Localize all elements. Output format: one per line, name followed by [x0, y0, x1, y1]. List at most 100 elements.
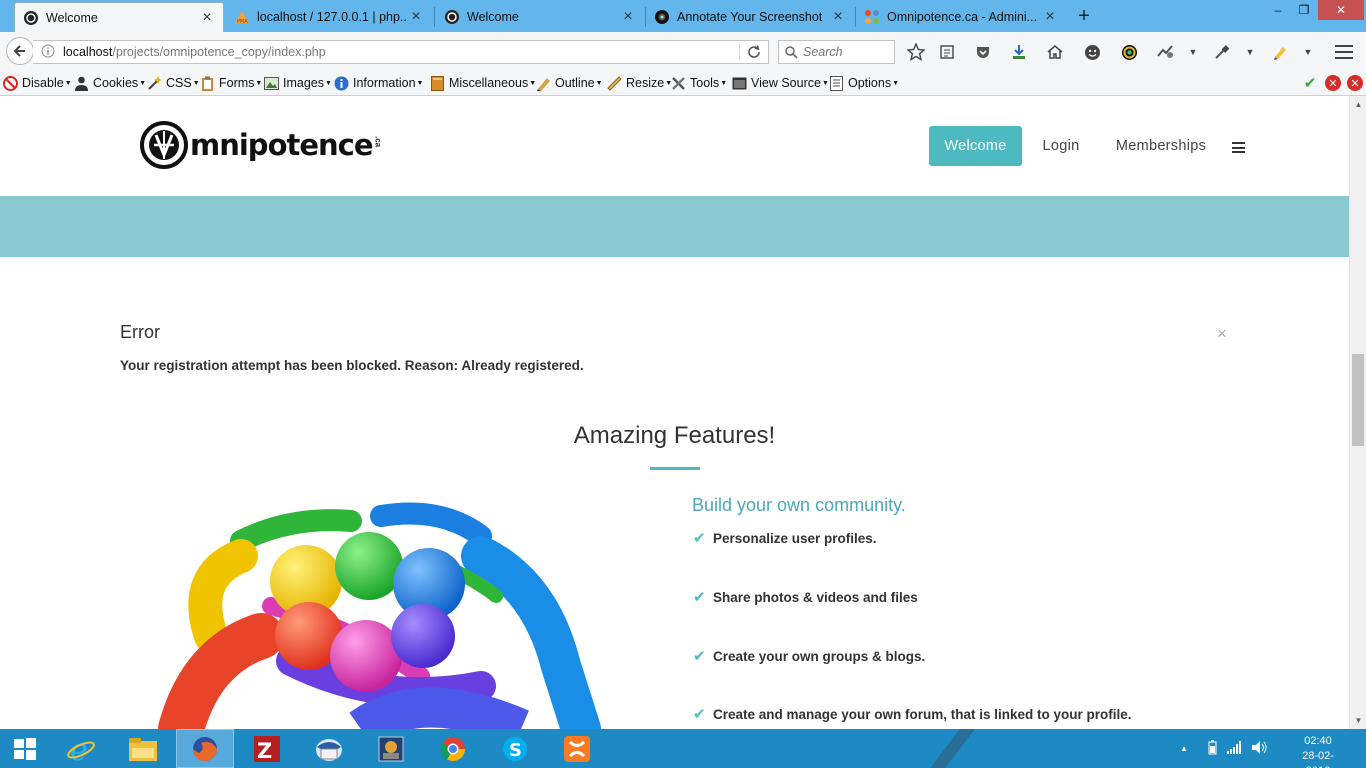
options-document-icon: [829, 75, 844, 91]
close-window-button[interactable]: ✕: [1318, 0, 1364, 20]
dev-menu-css[interactable]: CSS ▼: [147, 74, 200, 92]
taskbar-photo-viewer[interactable]: [362, 729, 420, 768]
taskbar-xampp[interactable]: [548, 729, 606, 768]
color-picker-icon[interactable]: [1119, 42, 1139, 62]
close-alert-icon[interactable]: ×: [1217, 324, 1227, 344]
dropdown-arrow-icon[interactable]: ▼: [1240, 42, 1260, 62]
logo-wordmark: mnipotence: [190, 128, 374, 162]
tab-welcome-active[interactable]: Welcome ×: [14, 2, 224, 32]
tab-close-icon[interactable]: ×: [199, 9, 215, 27]
dev-menu-tools[interactable]: Tools ▼: [671, 74, 727, 92]
js-error-icon[interactable]: ✕: [1347, 75, 1363, 91]
start-button[interactable]: [0, 729, 50, 768]
dropdown-arrow-icon[interactable]: ▼: [1298, 42, 1318, 62]
menu-icon[interactable]: [1334, 42, 1354, 62]
images-picture-icon: [264, 76, 279, 91]
tab-close-icon[interactable]: ×: [408, 8, 424, 26]
tab-separator: [434, 7, 435, 27]
dev-menu-miscellaneous[interactable]: Miscellaneous ▼: [430, 74, 536, 92]
tab-omnipotence-admin[interactable]: Omnipotence.ca - Admini... ×: [856, 2, 1066, 32]
downloads-icon[interactable]: [1009, 42, 1029, 62]
dropdown-arrow-icon[interactable]: ▼: [1183, 42, 1203, 62]
eyedropper-icon[interactable]: [1212, 42, 1232, 62]
highlighter-icon[interactable]: [1270, 42, 1290, 62]
home-icon[interactable]: [1045, 42, 1065, 62]
pocket-icon[interactable]: [973, 42, 993, 62]
dev-menu-options[interactable]: Options ▼: [829, 74, 899, 92]
maximize-button[interactable]: ❐: [1291, 0, 1317, 20]
search-icon: [785, 45, 798, 59]
checkmark-icon: ✔: [693, 706, 706, 723]
community-heading: Build your own community.: [692, 495, 906, 515]
dev-menu-view-source[interactable]: View Source ▼: [732, 74, 829, 92]
omnipotence-logo-icon: [140, 121, 188, 169]
tab-close-icon[interactable]: ×: [1042, 8, 1058, 26]
taskbar-skype[interactable]: S: [486, 729, 544, 768]
hamburger-menu-icon[interactable]: [1232, 142, 1245, 153]
windows-taskbar: e Z S ▲ 02:40 28-02-: [0, 729, 1366, 768]
taskbar-firefox[interactable]: [176, 729, 234, 768]
reading-list-icon[interactable]: [937, 42, 957, 62]
dev-menu-images[interactable]: Images ▼: [264, 74, 332, 92]
volume-icon[interactable]: [1251, 740, 1267, 757]
thunderbird-icon: [316, 738, 342, 761]
nav-welcome[interactable]: Welcome: [929, 126, 1022, 166]
taskbar-clock[interactable]: 02:40 28-02-2016: [1290, 734, 1346, 768]
feature-item: ✔ Create and manage your own forum, that…: [693, 706, 1132, 723]
taskbar-chrome[interactable]: [424, 729, 482, 768]
nav-memberships[interactable]: Memberships: [1110, 126, 1212, 166]
scroll-thumb[interactable]: [1352, 354, 1364, 446]
tab-close-icon[interactable]: ×: [830, 8, 846, 26]
web-developer-icon[interactable]: [1155, 42, 1175, 62]
nav-login[interactable]: Login: [1034, 126, 1088, 166]
show-hidden-icons[interactable]: ▲: [1180, 744, 1188, 753]
phpmyadmin-favicon-icon: PMA: [234, 9, 250, 25]
bookmark-star-icon[interactable]: [906, 42, 926, 62]
tab-strip: Welcome × PMA localhost / 127.0.0.1 | ph…: [0, 0, 1366, 32]
dev-menu-outline[interactable]: Outline ▼: [536, 74, 603, 92]
validation-ok-icon[interactable]: ✔: [1302, 75, 1318, 92]
tab-annotate[interactable]: Annotate Your Screenshot ×: [646, 2, 854, 32]
network-signal-icon[interactable]: [1226, 740, 1242, 757]
tab-phpmyadmin[interactable]: PMA localhost / 127.0.0.1 | php... ×: [226, 2, 432, 32]
back-arrow-icon: [13, 45, 25, 57]
feature-item: ✔ Personalize user profiles.: [693, 530, 877, 547]
tools-wrench-icon: [671, 76, 686, 91]
hello-chat-icon[interactable]: [1082, 42, 1102, 62]
tab-welcome[interactable]: Welcome ×: [436, 2, 644, 32]
minimize-button[interactable]: –: [1265, 0, 1291, 20]
url-text[interactable]: localhost/projects/omnipotence_copy/inde…: [63, 45, 326, 59]
page-scrollbar[interactable]: ▲ ▼: [1349, 96, 1366, 729]
taskbar-thunderbird[interactable]: [300, 729, 358, 768]
site-header: mnipotence .ca Welcome Login Memberships: [0, 96, 1349, 196]
dev-menu-information[interactable]: Information ▼: [334, 74, 423, 92]
web-developer-toolbar: Disable ▼ Cookies ▼ CSS ▼ Forms ▼ Images ▼ In…: [0, 70, 1366, 96]
site-logo[interactable]: mnipotence .ca: [140, 121, 383, 169]
new-tab-button[interactable]: +: [1073, 4, 1095, 28]
miscellaneous-folder-icon: [430, 75, 445, 91]
search-input[interactable]: [803, 45, 883, 59]
chrome-icon: [440, 736, 465, 761]
css-error-icon[interactable]: ✕: [1325, 75, 1341, 91]
dev-menu-resize[interactable]: Resize ▼: [607, 74, 672, 92]
taskbar-internet-explorer[interactable]: e: [52, 729, 110, 768]
url-bar[interactable]: localhost/projects/omnipotence_copy/inde…: [33, 40, 769, 64]
back-button[interactable]: [6, 37, 34, 65]
dev-menu-disable[interactable]: Disable ▼: [3, 74, 72, 92]
taskbar-filezilla[interactable]: Z: [238, 729, 296, 768]
information-icon: [334, 76, 349, 91]
battery-icon[interactable]: [1208, 739, 1217, 758]
taskbar-file-explorer[interactable]: [114, 729, 172, 768]
search-box[interactable]: [778, 40, 895, 64]
dev-menu-forms[interactable]: Forms ▼: [200, 74, 262, 92]
tab-title: Welcome: [46, 10, 98, 25]
info-icon[interactable]: [41, 44, 63, 61]
scroll-up-arrow-icon[interactable]: ▲: [1350, 96, 1366, 113]
joomla-favicon-icon: [864, 9, 880, 25]
firefox-icon: [193, 736, 217, 761]
tab-close-icon[interactable]: ×: [620, 8, 636, 26]
reload-icon[interactable]: [746, 44, 762, 63]
dev-menu-cookies[interactable]: Cookies ▼: [74, 74, 146, 92]
clock-date: 28-02-2016: [1302, 750, 1334, 768]
scroll-down-arrow-icon[interactable]: ▼: [1350, 712, 1366, 729]
